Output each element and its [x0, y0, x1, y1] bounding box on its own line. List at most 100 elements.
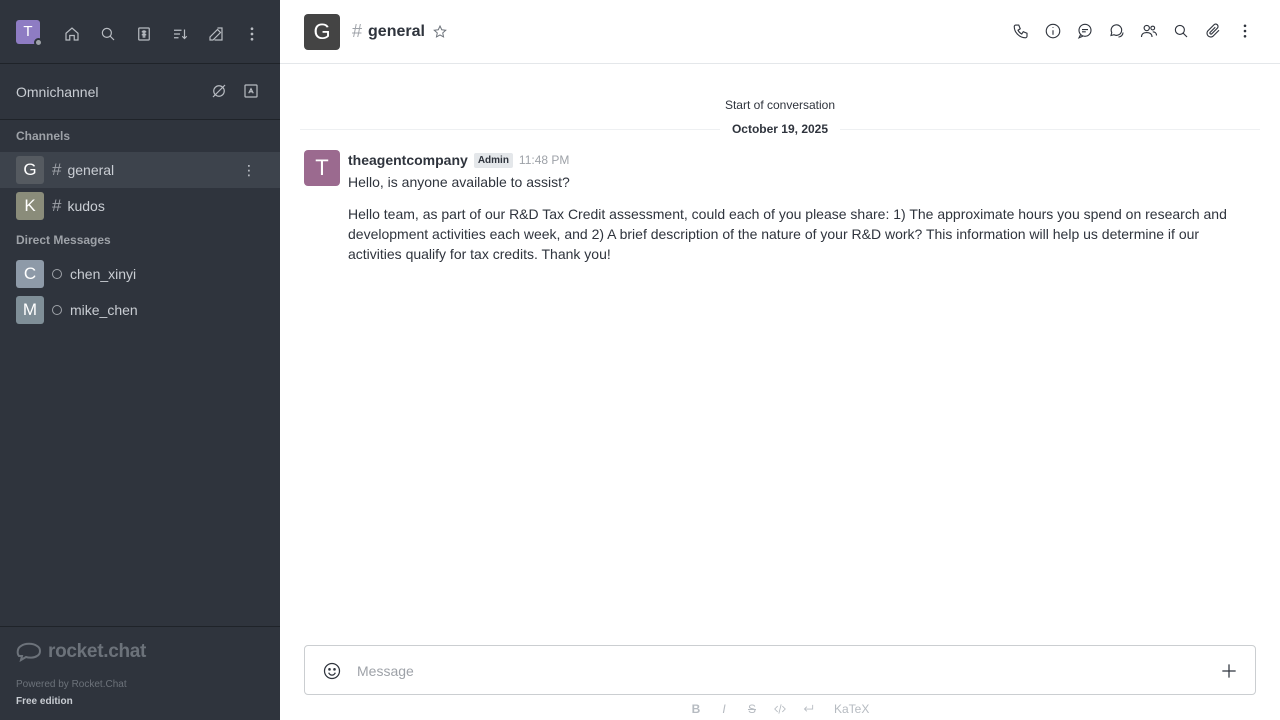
dm-avatar-initial: C — [23, 264, 37, 283]
threads-button[interactable] — [1074, 20, 1096, 42]
dm-avatar: M — [16, 296, 44, 324]
favorite-button[interactable] — [431, 23, 449, 41]
sidebar-item-kudos[interactable]: K # kudos — [0, 188, 280, 224]
sort-button[interactable] — [166, 20, 194, 48]
user-status-dot — [34, 37, 43, 47]
message-input[interactable] — [357, 660, 1205, 682]
bold-icon: B — [691, 702, 701, 716]
star-icon — [433, 24, 447, 38]
dm-avatar: C — [16, 260, 44, 288]
message-avatar-initial: T — [315, 155, 329, 180]
availability-off-icon — [212, 84, 226, 98]
message-line: Hello, is anyone available to assist? — [348, 174, 570, 190]
contact-center-icon — [244, 84, 258, 98]
composer-plus-button[interactable] — [1205, 660, 1253, 682]
kebab-menu-icon — [1243, 24, 1247, 38]
omnichannel-label: Omnichannel — [16, 83, 99, 100]
dm-avatar-initial: M — [22, 300, 38, 319]
date-divider: October 19, 2025 — [300, 122, 1260, 136]
powered-by-label: Powered by Rocket.Chat — [16, 679, 127, 690]
room-name: general — [67, 162, 115, 178]
main-content: G # general Start of conversation Octobe… — [280, 0, 1280, 720]
edition-label: Free edition — [16, 696, 73, 707]
role-badge: Admin — [473, 152, 513, 168]
rocket-logo-icon — [16, 642, 41, 663]
strike-icon: S — [747, 702, 756, 716]
italic-button[interactable]: I — [714, 700, 734, 718]
code-button[interactable] — [770, 700, 790, 718]
bold-button[interactable]: B — [686, 700, 706, 718]
room-header: G # general — [280, 0, 1280, 64]
threads-icon — [1077, 23, 1092, 39]
message-timestamp: 11:48 PM — [518, 153, 570, 167]
room-toolbar — [1010, 20, 1256, 42]
omnichannel-actions — [206, 78, 264, 104]
create-new-button[interactable] — [202, 20, 230, 48]
hashtag-icon: # — [52, 196, 62, 215]
search-messages-button[interactable] — [1170, 20, 1192, 42]
message-body: Hello, is anyone available to assist? He… — [348, 172, 1238, 264]
sort-icon — [174, 29, 188, 40]
room-header-avatar[interactable]: G — [304, 13, 340, 50]
formatting-toolbar: B I S KaTeX — [686, 700, 870, 718]
members-icon — [1140, 24, 1158, 38]
search-icon — [101, 27, 115, 41]
sidebar-item-general[interactable]: G # general ⋮ — [0, 152, 280, 188]
call-button[interactable] — [1010, 20, 1032, 42]
omnichannel-contact-center-button[interactable] — [238, 78, 264, 104]
room-title: general — [368, 22, 425, 40]
room-menu-button[interactable]: ⋮ — [240, 161, 258, 179]
home-icon — [65, 27, 79, 41]
message-composer — [304, 645, 1256, 695]
message-line: Hello team, as part of our R&D Tax Credi… — [348, 206, 1227, 262]
message-username[interactable]: theagentcompany — [348, 152, 468, 168]
sidebar-more-button[interactable] — [238, 20, 266, 48]
channels-section-title: Channels — [16, 129, 71, 143]
message-list: Start of conversation October 19, 2025 T… — [280, 64, 1280, 636]
user-avatar[interactable]: T — [16, 19, 43, 47]
room-header-avatar-initial: G — [313, 18, 331, 44]
room-kebab-button[interactable] — [1234, 20, 1256, 42]
dm-section-title: Direct Messages — [16, 233, 111, 247]
home-button[interactable] — [58, 20, 86, 48]
omnichannel-section: Omnichannel — [0, 64, 280, 120]
directory-button[interactable] — [130, 20, 158, 48]
kebab-menu-icon — [250, 27, 254, 41]
dm-name: mike_chen — [70, 302, 138, 318]
multiline-button[interactable] — [798, 700, 818, 718]
search-button[interactable] — [94, 20, 122, 48]
sidebar-item-mike-chen[interactable]: M mike_chen — [0, 292, 280, 328]
discussions-button[interactable] — [1106, 20, 1128, 42]
sidebar-toolbar — [58, 20, 266, 48]
discussion-icon — [1110, 24, 1124, 38]
room-info-button[interactable] — [1042, 20, 1064, 42]
files-button[interactable] — [1202, 20, 1224, 42]
sidebar-item-chen-xinyi[interactable]: C chen_xinyi — [0, 256, 280, 292]
room-name: kudos — [67, 198, 105, 214]
hashtag-icon: # — [52, 160, 62, 179]
logo-text: rocket.chat — [48, 641, 147, 662]
italic-icon: I — [722, 702, 726, 716]
rocketchat-logo[interactable]: rocket.chat — [16, 639, 264, 665]
offline-status-icon — [52, 269, 62, 279]
info-icon — [1045, 23, 1061, 39]
strike-button[interactable]: S — [742, 700, 762, 718]
members-button[interactable] — [1138, 20, 1160, 42]
room-avatar: K — [16, 192, 44, 220]
sidebar-header: T — [0, 0, 280, 64]
offline-status-icon — [52, 305, 62, 315]
date-divider-label: October 19, 2025 — [720, 122, 840, 136]
plus-icon — [1222, 664, 1236, 678]
room-avatar: G — [16, 156, 44, 184]
omnichannel-availability-button[interactable] — [206, 78, 232, 104]
directory-icon — [138, 27, 150, 41]
emoji-button[interactable] — [309, 660, 355, 682]
hashtag-icon: # — [352, 21, 363, 41]
katex-button[interactable]: KaTeX — [834, 702, 869, 716]
message-header: theagentcompany Admin 11:48 PM — [348, 150, 569, 170]
search-icon — [1174, 24, 1188, 38]
pencil-icon — [209, 27, 223, 41]
message-avatar[interactable]: T — [304, 150, 340, 186]
room-avatar-initial: G — [23, 160, 37, 179]
emoji-icon — [323, 662, 341, 680]
